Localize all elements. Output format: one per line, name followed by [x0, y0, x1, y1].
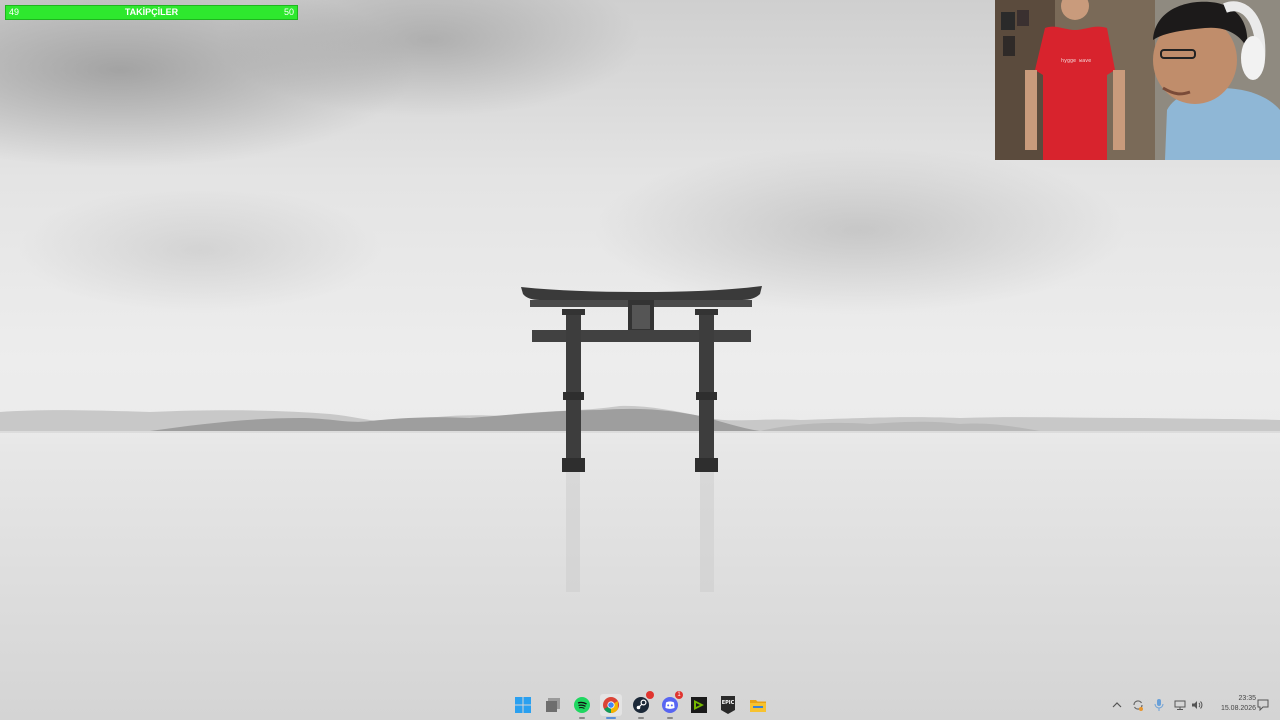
start-icon [515, 697, 531, 713]
notification-center-button[interactable] [1256, 698, 1270, 712]
clock-time: 23:35 [1238, 695, 1256, 702]
webcam-overlay: hygge wave [995, 0, 1280, 160]
webcam-feed: hygge wave [995, 0, 1280, 160]
system-clock[interactable]: 23:35 15.08.2026 [1208, 694, 1256, 714]
epic-games-button[interactable]: EPIC [717, 694, 739, 716]
notification-icon [1257, 699, 1269, 711]
volume-tray-button[interactable] [1190, 698, 1204, 712]
sync-icon [1133, 700, 1143, 711]
microphone-tray-button[interactable] [1152, 698, 1166, 712]
chrome-button[interactable] [600, 694, 622, 719]
follower-goal-title: TAKİPÇİLER [124, 7, 179, 17]
steam-button[interactable] [630, 691, 654, 719]
running-indicator [638, 717, 644, 719]
show-hidden-icons-button[interactable] [1110, 698, 1124, 712]
chevron-up-icon [1112, 702, 1122, 708]
network-tray-button[interactable] [1173, 698, 1187, 712]
discord-icon [662, 697, 678, 713]
running-indicator [579, 717, 585, 719]
torii-gate [521, 286, 762, 472]
nvidia-icon [691, 697, 707, 713]
nvidia-button[interactable] [688, 694, 710, 716]
file-explorer-icon [750, 700, 766, 712]
task-view-button[interactable] [542, 694, 564, 716]
follower-goal-bar: 49 TAKİPÇİLER 50 [5, 5, 298, 20]
spotify-button[interactable] [571, 694, 593, 719]
spotify-icon [574, 697, 590, 713]
follower-target-count: 50 [283, 7, 294, 17]
svg-text:EPIC: EPIC [722, 700, 735, 706]
shirt-text: hygge wave [1061, 58, 1091, 64]
desktop: 49 TAKİPÇİLER 50 hygge wave 1 EPIC 23:35… [0, 0, 1280, 720]
steam-notification-dot [646, 691, 654, 699]
epic-games-icon: EPIC [721, 696, 735, 714]
discord-button[interactable]: 1 [659, 691, 683, 719]
file-explorer-button[interactable] [747, 694, 769, 716]
discord-badge: 1 [675, 691, 683, 699]
network-icon [1174, 700, 1186, 710]
clock-date: 15.08.2026 [1220, 705, 1256, 712]
volume-icon [1192, 701, 1203, 709]
sync-tray-button[interactable] [1131, 698, 1145, 712]
taskbar: 1 EPIC [0, 690, 1280, 720]
chrome-icon [603, 697, 619, 713]
task-view-icon [546, 698, 560, 712]
running-indicator [667, 717, 673, 719]
microphone-icon [1154, 699, 1164, 711]
steam-icon [633, 697, 649, 713]
running-indicator [606, 717, 616, 719]
start-button[interactable] [512, 694, 534, 716]
